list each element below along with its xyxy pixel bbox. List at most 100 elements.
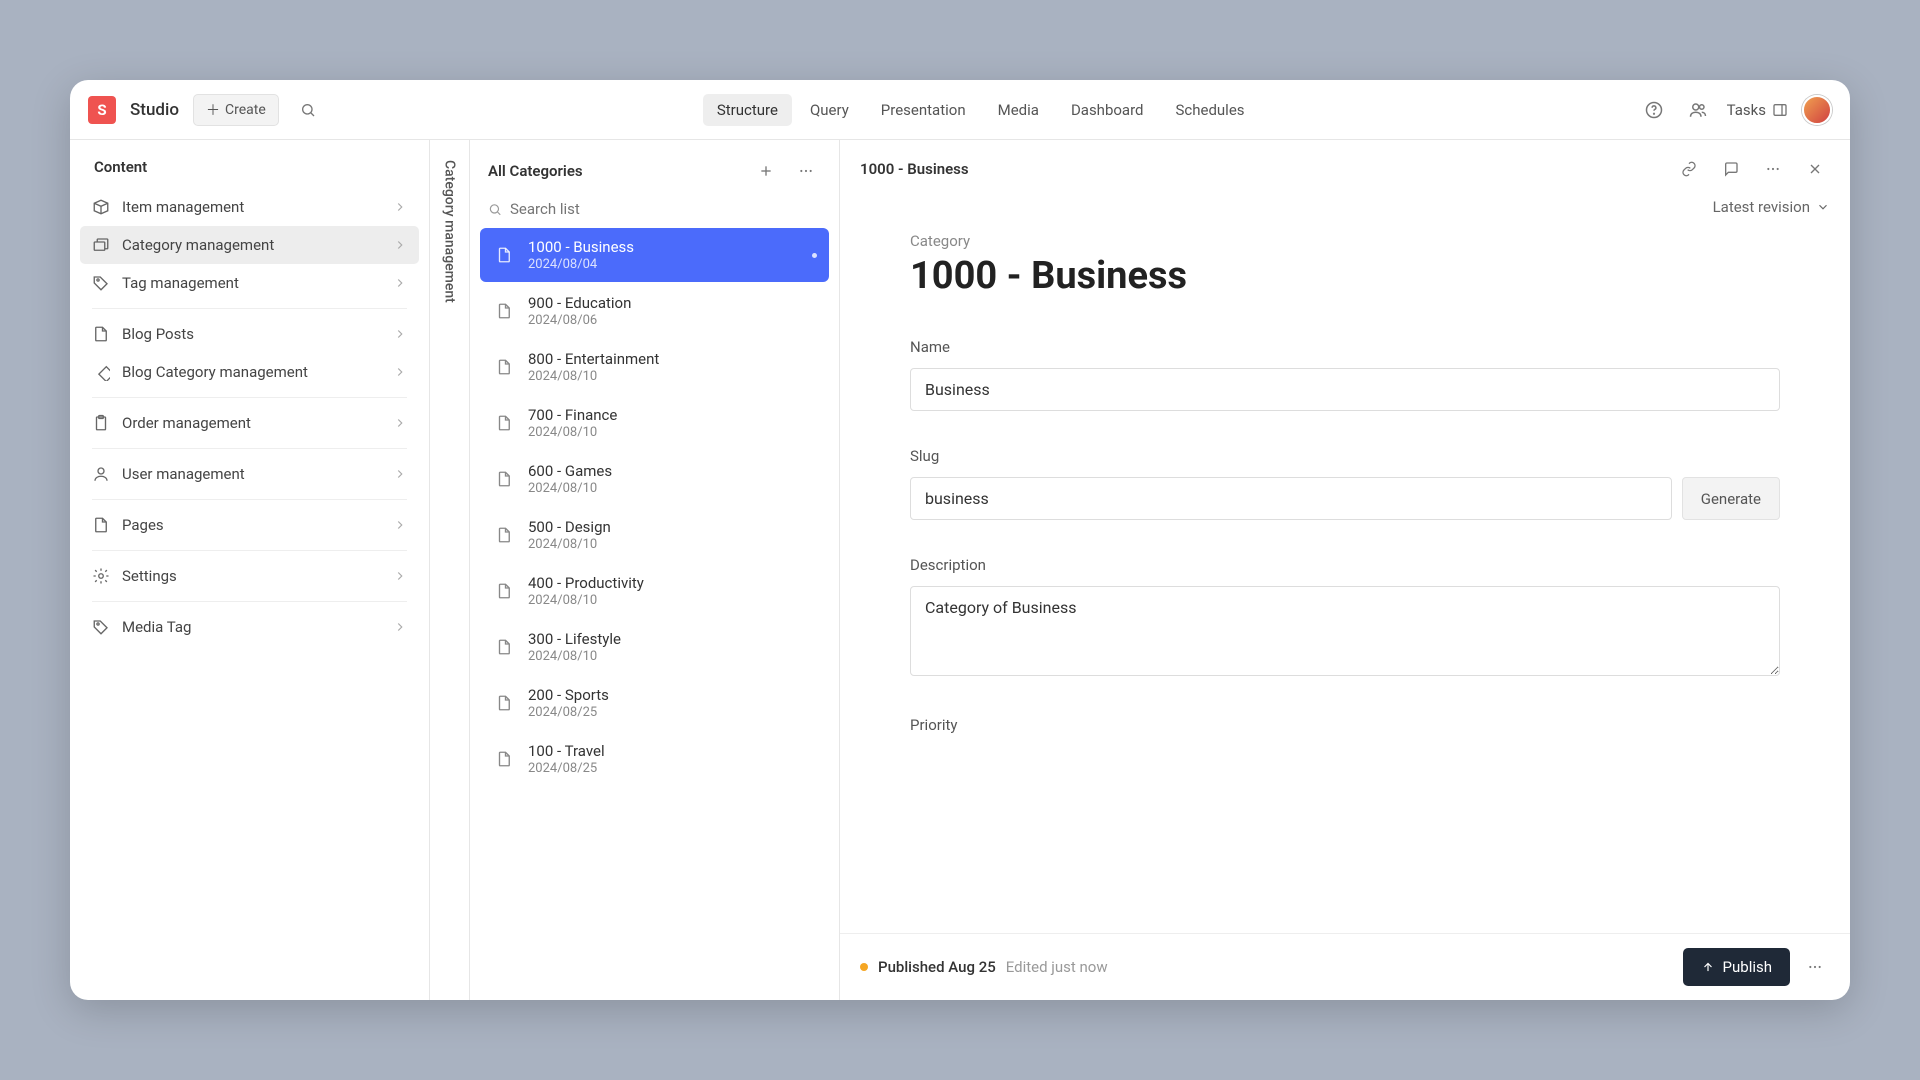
avatar[interactable] [1802, 95, 1832, 125]
plus-icon [758, 163, 774, 179]
search-button[interactable] [293, 95, 323, 125]
top-nav-item[interactable]: Structure [703, 94, 792, 126]
category-list-title: All Categories [488, 162, 741, 180]
sidebar-item-label: Settings [122, 567, 177, 585]
category-search [470, 194, 839, 228]
close-editor-button[interactable] [1800, 154, 1830, 184]
name-label: Name [910, 338, 1780, 356]
editor-more-button[interactable] [1758, 154, 1788, 184]
list-item[interactable]: 500 - Design2024/08/10 [480, 508, 829, 562]
list-item[interactable]: 300 - Lifestyle2024/08/10 [480, 620, 829, 674]
revision-selector[interactable]: Latest revision [840, 198, 1850, 222]
comment-button[interactable] [1716, 154, 1746, 184]
app-window: S Studio ＋ Create StructureQueryPresenta… [70, 80, 1850, 1000]
list-item-title: 900 - Education [528, 294, 631, 312]
sidebar-item[interactable]: Settings [80, 557, 419, 595]
category-search-input[interactable] [510, 200, 821, 218]
tasks-button[interactable]: Tasks [1727, 101, 1788, 119]
sidebar-item-label: Media Tag [122, 618, 191, 636]
top-right: Tasks [1639, 95, 1832, 125]
close-icon [1807, 161, 1823, 177]
editor-header: 1000 - Business [840, 140, 1850, 198]
list-item[interactable]: 400 - Productivity2024/08/10 [480, 564, 829, 618]
priority-field-group: Priority [910, 716, 1780, 734]
sidebar-divider [92, 601, 407, 602]
edited-status: Edited just now [1006, 958, 1108, 976]
chevron-down-icon [1816, 200, 1830, 214]
slug-label: Slug [910, 447, 1780, 465]
edit-indicator-dot [812, 253, 817, 258]
gear-icon [92, 567, 110, 585]
generate-button[interactable]: Generate [1682, 477, 1780, 520]
clipboard-icon [92, 414, 110, 432]
list-item[interactable]: 600 - Games2024/08/10 [480, 452, 829, 506]
add-category-button[interactable] [751, 156, 781, 186]
document-icon [492, 467, 516, 491]
chevron-right-icon [393, 365, 407, 379]
editor-header-title: 1000 - Business [860, 160, 1662, 178]
list-item-title: 600 - Games [528, 462, 612, 480]
top-nav-item[interactable]: Dashboard [1057, 94, 1158, 126]
link-icon [1681, 161, 1697, 177]
help-button[interactable] [1639, 95, 1669, 125]
list-item-title: 200 - Sports [528, 686, 609, 704]
sidebar-item-label: Tag management [122, 274, 239, 292]
top-nav-item[interactable]: Schedules [1161, 94, 1258, 126]
sidebar-item[interactable]: Blog Category management [80, 353, 419, 391]
tag-icon [92, 618, 110, 636]
list-item-title: 700 - Finance [528, 406, 617, 424]
description-label: Description [910, 556, 1780, 574]
sidebar-item-label: Pages [122, 516, 164, 534]
list-item-date: 2024/08/25 [528, 705, 609, 720]
diamond-icon [92, 363, 110, 381]
document-icon [492, 355, 516, 379]
vertical-tab[interactable]: Category management [430, 140, 470, 1000]
sidebar-item-label: Order management [122, 414, 251, 432]
create-button[interactable]: ＋ Create [193, 94, 279, 126]
users-button[interactable] [1683, 95, 1713, 125]
description-textarea[interactable] [910, 586, 1780, 676]
list-item[interactable]: 100 - Travel2024/08/25 [480, 732, 829, 786]
document-icon [492, 299, 516, 323]
list-item[interactable]: 1000 - Business2024/08/04 [480, 228, 829, 282]
list-item[interactable]: 900 - Education2024/08/06 [480, 284, 829, 338]
list-more-button[interactable] [791, 156, 821, 186]
top-nav-item[interactable]: Presentation [867, 94, 980, 126]
document-icon [492, 243, 516, 267]
sidebar-item[interactable]: Category management [80, 226, 419, 264]
link-button[interactable] [1674, 154, 1704, 184]
description-field-group: Description [910, 556, 1780, 680]
sidebar-item[interactable]: Tag management [80, 264, 419, 302]
sidebar-item-label: Blog Posts [122, 325, 194, 343]
sidebar-item[interactable]: Blog Posts [80, 315, 419, 353]
list-item[interactable]: 700 - Finance2024/08/10 [480, 396, 829, 450]
sidebar-item[interactable]: Media Tag [80, 608, 419, 646]
folders-icon [92, 236, 110, 254]
publish-more-button[interactable] [1800, 952, 1830, 982]
sidebar-item[interactable]: Pages [80, 506, 419, 544]
sidebar-item[interactable]: Order management [80, 404, 419, 442]
list-item-title: 1000 - Business [528, 238, 634, 256]
chevron-right-icon [393, 518, 407, 532]
list-item[interactable]: 800 - Entertainment2024/08/10 [480, 340, 829, 394]
list-item[interactable]: 200 - Sports2024/08/25 [480, 676, 829, 730]
list-item-date: 2024/08/10 [528, 593, 644, 608]
top-nav-item[interactable]: Media [984, 94, 1053, 126]
body: Content Item managementCategory manageme… [70, 140, 1850, 1000]
publish-button[interactable]: Publish [1683, 948, 1790, 986]
name-input[interactable] [910, 368, 1780, 411]
sidebar-item[interactable]: Item management [80, 188, 419, 226]
chevron-right-icon [393, 200, 407, 214]
list-item-date: 2024/08/25 [528, 761, 605, 776]
tasks-label: Tasks [1727, 101, 1766, 119]
published-status: Published Aug 25 [878, 958, 996, 976]
sidebar-item[interactable]: User management [80, 455, 419, 493]
priority-label: Priority [910, 716, 1780, 734]
document-icon [492, 747, 516, 771]
top-nav-item[interactable]: Query [796, 94, 863, 126]
help-icon [1645, 101, 1663, 119]
list-item-date: 2024/08/04 [528, 257, 634, 272]
slug-input[interactable] [910, 477, 1672, 520]
doc-icon [92, 516, 110, 534]
chevron-right-icon [393, 276, 407, 290]
